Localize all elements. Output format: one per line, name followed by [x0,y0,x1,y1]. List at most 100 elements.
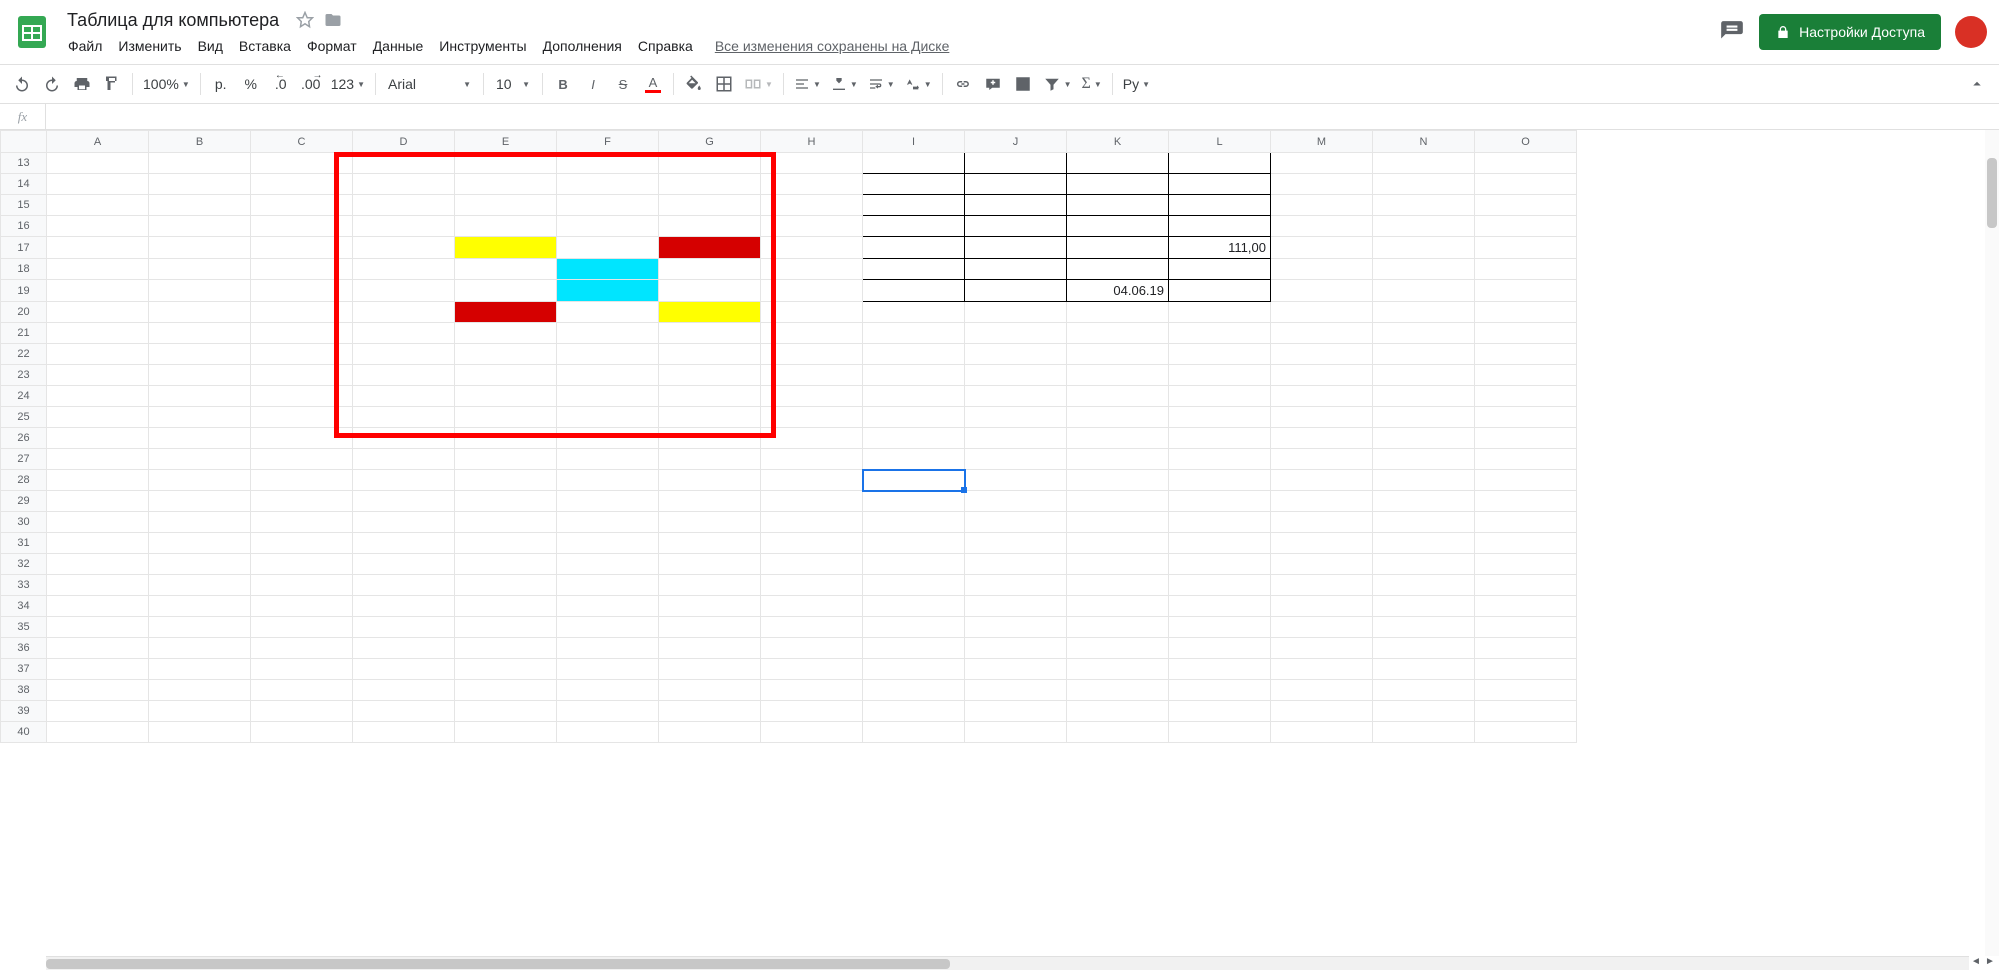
cell-I23[interactable] [863,365,965,386]
cell-F38[interactable] [557,680,659,701]
cell-F16[interactable] [557,216,659,237]
col-header-O[interactable]: O [1475,131,1577,153]
cell-F30[interactable] [557,512,659,533]
cell-E23[interactable] [455,365,557,386]
cell-O20[interactable] [1475,302,1577,323]
cell-D16[interactable] [353,216,455,237]
cell-M33[interactable] [1271,575,1373,596]
cell-B32[interactable] [149,554,251,575]
cell-G23[interactable] [659,365,761,386]
cell-M26[interactable] [1271,428,1373,449]
cell-J23[interactable] [965,365,1067,386]
cell-N13[interactable] [1373,153,1475,174]
cell-L16[interactable] [1169,216,1271,237]
cell-C15[interactable] [251,195,353,216]
cell-C24[interactable] [251,386,353,407]
cell-A35[interactable] [47,617,149,638]
cell-E36[interactable] [455,638,557,659]
cell-B26[interactable] [149,428,251,449]
cell-D18[interactable] [353,259,455,280]
print-button[interactable] [68,70,96,98]
cell-D35[interactable] [353,617,455,638]
cell-M38[interactable] [1271,680,1373,701]
cell-E30[interactable] [455,512,557,533]
cell-K17[interactable] [1067,237,1169,259]
cell-B37[interactable] [149,659,251,680]
cell-O22[interactable] [1475,344,1577,365]
cell-D38[interactable] [353,680,455,701]
cell-J36[interactable] [965,638,1067,659]
cell-K35[interactable] [1067,617,1169,638]
cell-L38[interactable] [1169,680,1271,701]
cell-H16[interactable] [761,216,863,237]
cell-L27[interactable] [1169,449,1271,470]
cell-M16[interactable] [1271,216,1373,237]
cell-O34[interactable] [1475,596,1577,617]
cell-D33[interactable] [353,575,455,596]
cell-E13[interactable] [455,153,557,174]
cell-E38[interactable] [455,680,557,701]
cell-M27[interactable] [1271,449,1373,470]
cell-E34[interactable] [455,596,557,617]
cell-D31[interactable] [353,533,455,554]
cell-L34[interactable] [1169,596,1271,617]
cell-G20[interactable] [659,302,761,323]
cell-B24[interactable] [149,386,251,407]
cell-F15[interactable] [557,195,659,216]
cell-J33[interactable] [965,575,1067,596]
cell-E15[interactable] [455,195,557,216]
cell-A26[interactable] [47,428,149,449]
cell-L36[interactable] [1169,638,1271,659]
cell-L37[interactable] [1169,659,1271,680]
cell-H29[interactable] [761,491,863,512]
cell-E19[interactable] [455,280,557,302]
cell-C35[interactable] [251,617,353,638]
row-header-23[interactable]: 23 [1,365,47,386]
cell-L32[interactable] [1169,554,1271,575]
row-header-34[interactable]: 34 [1,596,47,617]
col-header-F[interactable]: F [557,131,659,153]
sheet-nav-arrows[interactable]: ◄► [1969,956,1997,967]
cell-B14[interactable] [149,174,251,195]
cell-K34[interactable] [1067,596,1169,617]
cell-D32[interactable] [353,554,455,575]
cell-G31[interactable] [659,533,761,554]
cell-H21[interactable] [761,323,863,344]
cell-A16[interactable] [47,216,149,237]
cell-O36[interactable] [1475,638,1577,659]
col-header-N[interactable]: N [1373,131,1475,153]
cell-K33[interactable] [1067,575,1169,596]
cell-D30[interactable] [353,512,455,533]
cell-K29[interactable] [1067,491,1169,512]
cell-I19[interactable] [863,280,965,302]
cell-N29[interactable] [1373,491,1475,512]
cell-J24[interactable] [965,386,1067,407]
cell-I15[interactable] [863,195,965,216]
cell-G35[interactable] [659,617,761,638]
cell-C27[interactable] [251,449,353,470]
formula-input[interactable] [46,104,1999,129]
cell-C23[interactable] [251,365,353,386]
cell-L39[interactable] [1169,701,1271,722]
menu-вставка[interactable]: Вставка [231,36,299,56]
row-header-29[interactable]: 29 [1,491,47,512]
cell-L25[interactable] [1169,407,1271,428]
cell-K31[interactable] [1067,533,1169,554]
cell-D39[interactable] [353,701,455,722]
cell-A40[interactable] [47,722,149,743]
row-header-27[interactable]: 27 [1,449,47,470]
cell-B35[interactable] [149,617,251,638]
row-header-25[interactable]: 25 [1,407,47,428]
cell-C39[interactable] [251,701,353,722]
cell-J29[interactable] [965,491,1067,512]
cell-C19[interactable] [251,280,353,302]
cell-O28[interactable] [1475,470,1577,491]
cell-L18[interactable] [1169,259,1271,280]
cell-C17[interactable] [251,237,353,259]
menu-дополнения[interactable]: Дополнения [535,36,630,56]
cell-I24[interactable] [863,386,965,407]
cell-H15[interactable] [761,195,863,216]
cell-I14[interactable] [863,174,965,195]
cell-J38[interactable] [965,680,1067,701]
cell-H30[interactable] [761,512,863,533]
